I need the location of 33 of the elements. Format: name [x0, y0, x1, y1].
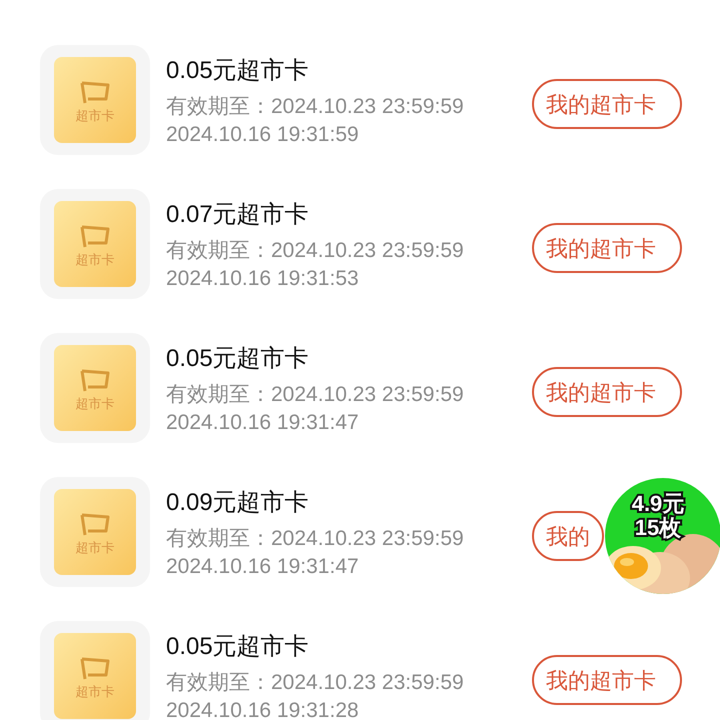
expiry-text: 有效期至：2024.10.23 23:59:59: [166, 94, 464, 120]
expiry-text: 有效期至：2024.10.23 23:59:59: [166, 238, 464, 264]
tile-label: 超市卡: [76, 396, 114, 410]
my-card-button[interactable]: 我的超市卡: [532, 223, 682, 273]
expiry-text: 有效期至：2024.10.23 23:59:59: [166, 526, 464, 552]
card-icon: [79, 78, 111, 104]
card-title: 0.09元超市卡: [166, 488, 310, 518]
tile-label: 超市卡: [76, 252, 114, 266]
my-card-button[interactable]: 我的超市卡: [532, 367, 682, 417]
tile-label: 超市卡: [76, 108, 114, 122]
tile-label: 超市卡: [76, 684, 114, 698]
time-text: 2024.10.16 19:31:28: [166, 698, 360, 720]
time-text: 2024.10.16 19:31:53: [166, 266, 360, 292]
card-title: 0.05元超市卡: [166, 632, 310, 662]
card-icon: [79, 366, 111, 392]
time-text: 2024.10.16 19:31:59: [166, 122, 360, 148]
card-icon: [79, 222, 111, 248]
time-text: 2024.10.16 19:31:47: [166, 410, 360, 436]
tile-label: 超市卡: [76, 540, 114, 554]
time-text: 2024.10.16 19:31:47: [166, 554, 360, 580]
my-card-button[interactable]: 我的超市卡: [532, 79, 682, 129]
card-title: 0.05元超市卡: [166, 56, 310, 86]
card-title: 0.07元超市卡: [166, 200, 310, 230]
floating-ad[interactable]: 4.9元 15枚: [605, 478, 720, 594]
card-title: 0.05元超市卡: [166, 344, 310, 374]
my-card-button[interactable]: 我的超市卡: [532, 655, 682, 705]
my-card-button[interactable]: 我的: [532, 511, 604, 561]
expiry-text: 有效期至：2024.10.23 23:59:59: [166, 382, 464, 408]
expiry-text: 有效期至：2024.10.23 23:59:59: [166, 670, 464, 696]
ad-count: 15枚: [634, 516, 682, 540]
ad-price: 4.9元: [632, 492, 684, 516]
card-icon: [79, 510, 111, 536]
card-icon: [79, 654, 111, 680]
